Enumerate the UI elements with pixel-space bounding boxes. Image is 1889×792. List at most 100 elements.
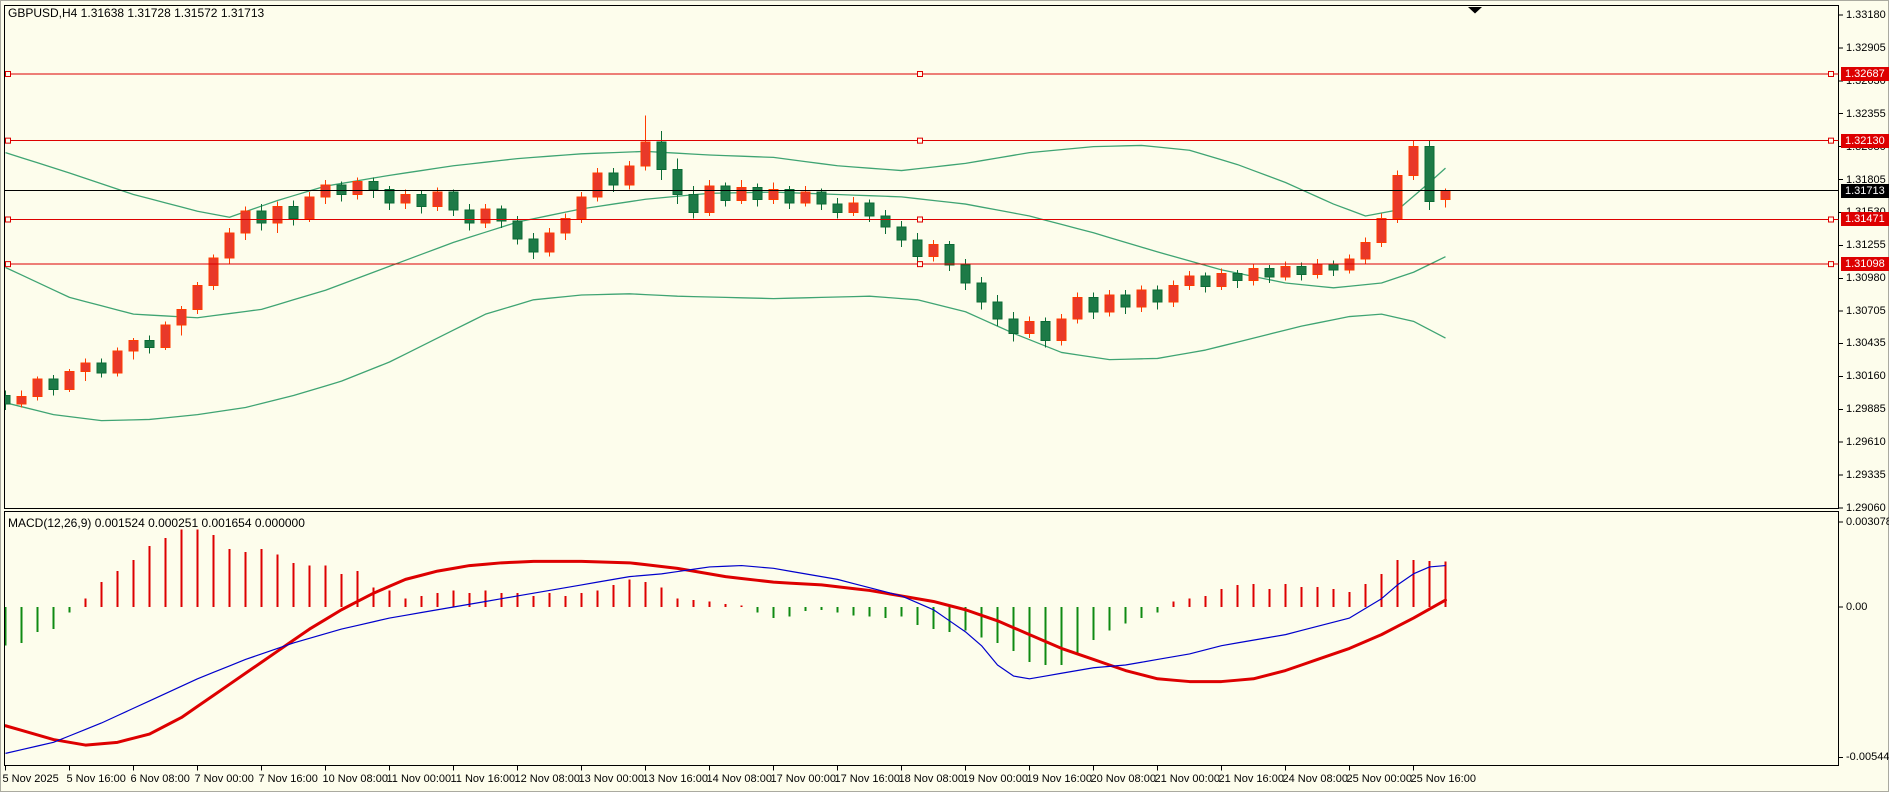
level-line-handle[interactable] (1828, 216, 1834, 223)
time-axis-label: 7 Nov 16:00 (258, 773, 318, 785)
level-line-handle[interactable] (1828, 137, 1834, 144)
candle-bearish (144, 339, 155, 349)
price-axis-tick-label: 1.29610 (1846, 436, 1886, 449)
candle-bearish (528, 238, 539, 253)
candle-bearish (976, 282, 987, 303)
price-axis-tick-label: 1.30435 (1846, 337, 1886, 350)
price-axis-tick-label: 1.31255 (1846, 239, 1886, 252)
macd-main-line (5, 564, 1446, 754)
level-line-handle[interactable] (5, 70, 11, 77)
macd-indicator-header: MACD(12,26,9) 0.001524 0.000251 0.001654… (8, 516, 305, 530)
time-axis-label: 25 Nov 16:00 (1410, 773, 1476, 785)
level-line-handle[interactable] (917, 137, 923, 144)
candle-bearish (784, 189, 795, 204)
candle-bullish (16, 396, 27, 405)
time-axis-label: 6 Nov 08:00 (130, 773, 190, 785)
time-axis-label: 11 Nov 00:00 (386, 773, 452, 785)
level-line-handle[interactable] (5, 216, 11, 223)
price-axis-tick-label: 1.29060 (1846, 502, 1886, 514)
candle-bearish (944, 244, 955, 266)
level-price-tag: 1.31098 (1841, 257, 1889, 272)
level-line-handle[interactable] (1828, 70, 1834, 77)
chart-shift-triangle-icon[interactable] (1468, 7, 1482, 14)
chart-canvas[interactable] (0, 0, 1889, 792)
macd-axis-tick-label: 0.00 (1846, 601, 1868, 613)
candle-bearish (864, 202, 875, 217)
candle-bearish (96, 362, 107, 374)
candle-bullish (1392, 174, 1403, 219)
candle-bullish (1360, 241, 1371, 260)
candle-bullish (480, 208, 491, 224)
candle-bullish (1376, 217, 1387, 243)
candle-bearish (720, 185, 731, 201)
candle-bearish (1200, 275, 1211, 288)
level-line-handle[interactable] (917, 70, 923, 77)
candle-bullish (592, 172, 603, 198)
price-axis-tick-label: 1.30705 (1846, 305, 1886, 318)
candle-bullish (640, 141, 651, 167)
level-line-handle[interactable] (1828, 261, 1834, 268)
candle-bearish (992, 301, 1003, 320)
time-axis-label: 13 Nov 00:00 (578, 773, 644, 785)
candle-bullish (1408, 146, 1419, 176)
candle-bullish (560, 217, 571, 234)
time-axis-label: 10 Nov 08:00 (322, 773, 388, 785)
candle-bearish (912, 239, 923, 258)
candle-bullish (304, 196, 315, 219)
candle-bearish (5, 395, 11, 405)
candle-bearish (1328, 263, 1339, 271)
candle-bearish (1152, 289, 1163, 303)
time-axis-label: 21 Nov 16:00 (1218, 773, 1284, 785)
candle-bullish (400, 193, 411, 204)
candle-bearish (384, 189, 395, 204)
level-price-tag: 1.31471 (1841, 212, 1889, 227)
candle-bullish (800, 191, 811, 204)
candle-bullish (32, 378, 43, 398)
candle-bearish (1120, 294, 1131, 308)
candle-bullish (624, 165, 635, 186)
candle-bearish (1264, 268, 1275, 278)
level-line-handle[interactable] (917, 216, 923, 223)
candle-bearish (512, 220, 523, 240)
candle-bullish (576, 196, 587, 219)
price-axis-tick-label: 1.29335 (1846, 469, 1886, 482)
candle-bearish (1232, 272, 1243, 282)
candle-bearish (752, 186, 763, 200)
candle-bearish (960, 264, 971, 284)
price-axis-tick-label: 1.32355 (1846, 107, 1886, 120)
candle-bearish (288, 205, 299, 219)
candle-bullish (80, 362, 91, 373)
candle-bullish (1056, 318, 1067, 341)
candle-bearish (416, 193, 427, 207)
candle-bearish (1040, 320, 1051, 341)
candle-bearish (1424, 146, 1435, 203)
time-axis-label: 24 Nov 08:00 (1282, 773, 1348, 785)
level-line-handle[interactable] (5, 261, 11, 268)
candle-bullish (208, 257, 219, 286)
price-panel-content (5, 115, 1451, 422)
level-line-handle[interactable] (917, 261, 923, 268)
price-axis[interactable]: 1.331801.329051.326301.323551.320801.318… (1839, 0, 1889, 792)
level-price-tag: 1.32130 (1841, 133, 1889, 148)
candle-bullish (272, 205, 283, 224)
symbol-ohlc-header: GBPUSD,H4 1.31638 1.31728 1.31572 1.3171… (8, 6, 265, 20)
candle-bullish (1184, 275, 1195, 286)
candle-bullish (1104, 294, 1115, 313)
candle-bearish (832, 203, 843, 213)
candle-bullish (1216, 272, 1227, 288)
bollinger-middle-band-line (5, 191, 1446, 319)
candle-bullish (112, 350, 123, 374)
time-axis-label: 12 Nov 08:00 (514, 773, 580, 785)
time-axis[interactable]: 5 Nov 2025 5 Nov 16:00 6 Nov 08:00 7 Nov 00… (0, 766, 1839, 792)
time-axis-label: 5 Nov 16:00 (66, 773, 126, 785)
time-axis-label: 17 Nov 16:00 (834, 773, 900, 785)
candle-bullish (1248, 268, 1259, 282)
macd-indicator-panel[interactable] (4, 511, 1839, 766)
time-axis-label: 18 Nov 08:00 (898, 773, 964, 785)
price-axis-tick-label: 1.29885 (1846, 403, 1886, 416)
candle-bullish (192, 284, 203, 310)
macd-axis-tick-label: 0.003078 (1846, 515, 1889, 528)
level-line-handle[interactable] (5, 137, 11, 144)
candle-bullish (736, 186, 747, 201)
time-axis-label: 13 Nov 16:00 (642, 773, 708, 785)
